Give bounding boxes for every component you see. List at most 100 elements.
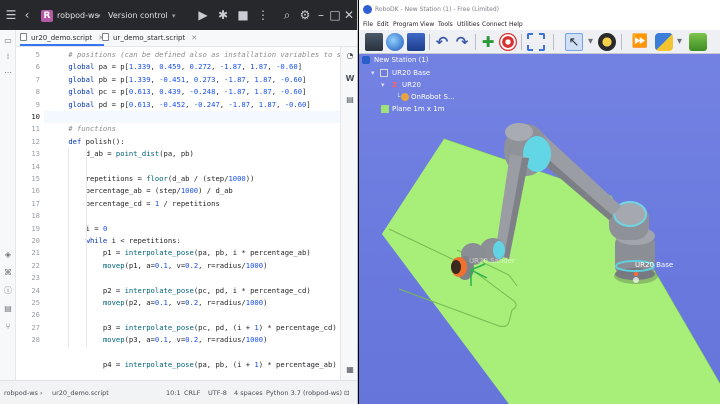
code-line[interactable]: i = 0 — [51, 223, 108, 235]
indent-setting[interactable]: 4 spaces — [234, 388, 263, 398]
settings-icon[interactable]: ⚙ — [298, 8, 312, 22]
python-console-icon[interactable]: ⌘ — [3, 268, 13, 278]
close-icon[interactable]: ✕ — [342, 8, 356, 22]
menu-file[interactable]: File — [363, 20, 373, 30]
menu-edit[interactable]: Edit — [377, 20, 389, 30]
minimize-icon[interactable]: – — [314, 8, 328, 22]
code-line[interactable]: while i < repetitions: — [51, 235, 181, 247]
menu-help[interactable]: Help — [509, 20, 523, 30]
back-arrow-icon[interactable]: ‹ — [20, 8, 34, 22]
toolbar: ↶ ↷ ✚ ↖ ▾ ⏩ ▾ — [359, 30, 720, 54]
code-line[interactable]: # positions (can be defined also as inst… — [51, 49, 340, 61]
code-line[interactable]: p3 = interpolate_pose(pc, pd, (i + 1) * … — [51, 322, 337, 334]
indent-guide — [68, 148, 70, 347]
tree-onrobot-tool[interactable]: OnRobot S... — [411, 92, 455, 102]
main-menu-icon[interactable]: ☰ — [4, 8, 18, 22]
notifications-icon[interactable]: ◔ — [345, 51, 355, 61]
more-icon[interactable]: ⋮ — [256, 8, 270, 22]
code-line[interactable]: p1 = interpolate_pose(pa, pb, i * percen… — [51, 247, 311, 259]
fast-forward-icon[interactable]: ⏩ — [631, 33, 649, 51]
tree-collapse-arrow[interactable]: ▾ — [371, 68, 375, 78]
select-cursor-icon[interactable]: ↖ — [565, 33, 583, 51]
lock-icon[interactable]: ⊡ — [344, 388, 349, 398]
more-tools-icon[interactable]: ⋯ — [3, 68, 13, 78]
menu-connect[interactable]: Connect — [482, 20, 507, 30]
tree-ur20-base[interactable]: UR20 Base — [392, 68, 430, 78]
code-line[interactable]: movep(p1, a=0.1, v=0.2, r=radius/1000) — [51, 260, 267, 272]
tab-ur20-demo[interactable]: ur20_demo.script✕ — [20, 30, 105, 46]
code-line[interactable]: def polish(): — [51, 136, 124, 148]
code-line[interactable]: percentage_cd = 1 / repetitions — [51, 198, 220, 210]
python-interpreter[interactable]: Python 3.7 (robpod-ws) — [266, 388, 342, 398]
export-program-icon[interactable] — [689, 33, 707, 51]
tree-station[interactable]: New Station (1) — [374, 55, 429, 65]
code-line[interactable]: global pa = p[1.339, 0.459, 0.272, -1.87… — [51, 61, 302, 73]
project-name[interactable]: robpod-ws — [57, 11, 99, 21]
terminal-icon[interactable]: ▤ — [3, 304, 13, 314]
redo-icon[interactable]: ↷ — [453, 33, 471, 51]
chevron-down-icon[interactable]: ▾ — [97, 11, 101, 21]
3d-scene[interactable]: UR20 Base UR20 Sander New Station (1) ▾ … — [359, 54, 720, 404]
tree-ur20[interactable]: UR20 — [402, 80, 421, 90]
menu-utilities[interactable]: Utilities — [457, 20, 480, 30]
project-tool-icon[interactable]: ▭ — [3, 36, 13, 46]
chevron-down-icon[interactable]: ▾ — [172, 11, 176, 21]
git-icon[interactable]: ⑂ — [3, 322, 13, 332]
code-line[interactable]: global pd = p[0.613, -0.452, -0.247, -1.… — [51, 99, 310, 111]
collision-check-icon[interactable] — [598, 33, 616, 51]
python-packages-icon[interactable]: ◈ — [3, 250, 13, 260]
plugin-icon[interactable]: ▦ — [345, 365, 355, 375]
fit-all-icon[interactable] — [527, 33, 545, 51]
frame-icon — [380, 69, 388, 77]
online-library-icon[interactable] — [386, 33, 404, 51]
code-line[interactable]: repetitions = floor(d_ab / (step/1000)) — [51, 173, 255, 185]
caret-position[interactable]: 10:1 — [166, 388, 181, 398]
undo-icon[interactable]: ↶ — [433, 33, 451, 51]
scientific-mode-icon[interactable]: W — [345, 74, 355, 84]
tree-collapse-arrow[interactable]: ▾ — [381, 80, 385, 90]
problems-icon[interactable]: ⓘ — [3, 286, 13, 296]
ide-title-bar: ☰ ‹ R robpod-ws ▾ Version control ▾ ▶ ✱ … — [0, 0, 357, 30]
menu-bar: File Edit Program View Tools Utilities C… — [359, 20, 720, 30]
robot-icon: Z — [392, 81, 398, 89]
structure-tool-icon[interactable]: ⁞ — [3, 52, 13, 62]
file-encoding[interactable]: UTF-8 — [208, 388, 227, 398]
save-icon[interactable] — [407, 33, 425, 51]
add-reference-frame-icon[interactable]: ✚ — [479, 33, 497, 51]
plane-surface-fill[interactable] — [382, 139, 720, 404]
search-icon[interactable]: ⌕ — [280, 8, 294, 22]
open-station-icon[interactable] — [365, 33, 383, 51]
code-line[interactable]: global pc = p[0.613, 0.439, -0.248, -1.8… — [51, 86, 306, 98]
add-target-icon[interactable] — [499, 33, 517, 51]
tree-plane[interactable]: Plane 1m x 1m — [392, 104, 445, 114]
breadcrumb-file[interactable]: ur20_demo.script — [52, 388, 109, 398]
code-line[interactable]: movep(p3, a=0.1, v=0.2, r=radius/1000) — [51, 334, 267, 346]
close-icon[interactable]: ✕ — [191, 34, 197, 42]
code-line[interactable]: global pb = p[1.339, -0.451, 0.273, -1.8… — [51, 74, 306, 86]
line-separator[interactable]: CRLF — [184, 388, 200, 398]
code-line[interactable]: # functions — [51, 123, 116, 135]
code-line[interactable]: p4 = interpolate_pose(pa, pb, (i + 1) * … — [51, 359, 337, 371]
project-badge[interactable]: R — [41, 10, 53, 22]
maximize-icon[interactable]: □ — [328, 8, 342, 22]
run-icon[interactable]: ▶ — [196, 8, 210, 22]
code-line[interactable] — [44, 111, 340, 123]
menu-program[interactable]: Program — [393, 20, 418, 30]
code-editor[interactable]: # positions (can be defined also as inst… — [44, 47, 340, 380]
debug-icon[interactable]: ✱ — [216, 8, 230, 22]
line-number: 5 — [35, 50, 40, 59]
stop-icon[interactable]: ■ — [236, 8, 250, 22]
python-program-icon[interactable] — [655, 33, 673, 51]
menu-tools[interactable]: Tools — [438, 20, 453, 30]
version-control-menu[interactable]: Version control — [108, 11, 168, 21]
tab-ur-demo-start[interactable]: ur_demo_start.script ✕ — [102, 30, 197, 46]
code-line[interactable]: movep(p2, a=0.1, v=0.2, r=radius/1000) — [51, 297, 267, 309]
breadcrumb-root[interactable]: robpod-ws › — [4, 388, 43, 398]
database-icon[interactable]: ▤ — [345, 95, 355, 105]
window-title: RoboDK - New Station (1) - Free (Limited… — [375, 6, 499, 13]
code-line[interactable]: d_ab = point_dist(pa, pb) — [51, 148, 194, 160]
menu-view[interactable]: View — [420, 20, 434, 30]
code-line[interactable]: percentage_ab = (step/1000) / d_ab — [51, 185, 233, 197]
line-number: 10 — [31, 112, 40, 121]
code-line[interactable]: p2 = interpolate_pose(pc, pd, i * percen… — [51, 285, 311, 297]
